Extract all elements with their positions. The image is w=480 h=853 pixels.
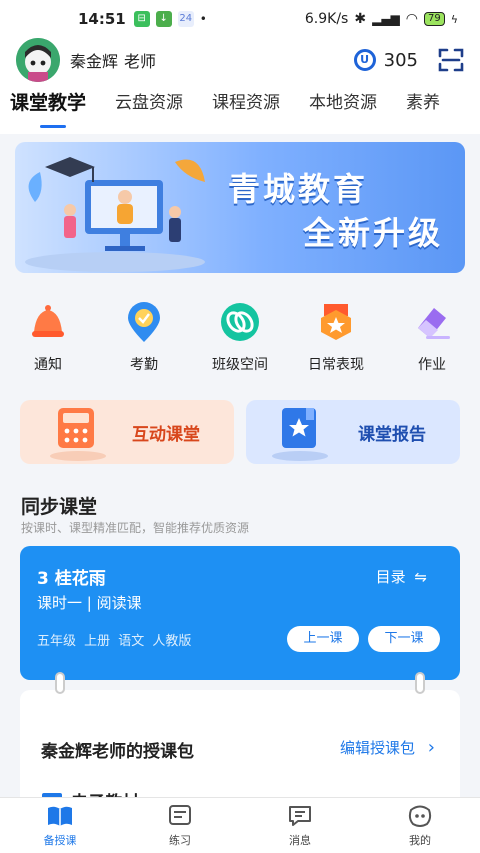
edit-package-button[interactable]: 编辑授课包 › bbox=[340, 737, 435, 758]
nav-profile[interactable]: 我的 bbox=[360, 798, 480, 853]
quick-label-daily-performance: 日常表现 bbox=[308, 357, 364, 373]
banner-line-2: 全新升级 bbox=[303, 214, 444, 252]
link-ring-icon bbox=[220, 302, 260, 342]
sync-section-subtitle: 按课时、课型精准匹配，智能推荐优质资源 bbox=[21, 521, 250, 535]
message-icon bbox=[289, 805, 311, 826]
lesson-title: 3 桂花雨 bbox=[37, 569, 106, 589]
binder-ring-left bbox=[55, 672, 65, 694]
nav-messages[interactable]: 消息 bbox=[240, 798, 360, 853]
quick-actions: 通知 考勤 班级空间 日常表现 作业 bbox=[0, 302, 480, 382]
quick-item-attendance[interactable]: 考勤 bbox=[96, 302, 192, 382]
dot-icon: • bbox=[199, 12, 207, 26]
quick-label-homework: 作业 bbox=[418, 357, 446, 373]
sync-section-title: 同步课堂 bbox=[21, 496, 98, 518]
status-bar: 14:51 ⊟ ↓ 24 • 6.9K/s ✱ ▂▄▆ ◠ 79 ϟ bbox=[0, 0, 480, 38]
bluetooth-icon: ✱ bbox=[354, 11, 367, 27]
notification-app-icon: ⊟ bbox=[133, 11, 150, 27]
quick-label-class-space: 班级空间 bbox=[212, 357, 268, 373]
classroom-report-card[interactable]: 课堂报告 bbox=[246, 400, 460, 464]
calendar-icon: 24 bbox=[177, 11, 194, 27]
lesson-card[interactable]: 3 桂花雨 课时一 | 阅读课 五年级 上册 语文 人教版 目录 ⇋ 上一课 下… bbox=[20, 546, 460, 680]
prev-lesson-button[interactable]: 上一课 bbox=[287, 626, 359, 652]
tab-classroom-teaching[interactable]: 课堂教学 bbox=[10, 82, 86, 134]
coin-icon: U bbox=[353, 49, 376, 71]
bell-icon bbox=[28, 302, 68, 342]
coin-count: 305 bbox=[383, 49, 418, 71]
user-name: 秦金辉 bbox=[70, 52, 119, 71]
bottom-navigation: 备授课 练习 消息 我的 bbox=[0, 797, 480, 853]
signal-icon: ▂▄▆ bbox=[372, 12, 400, 26]
charging-icon: ϟ bbox=[450, 12, 458, 26]
promo-banner[interactable]: 青城教育 全新升级 bbox=[15, 142, 465, 273]
nav-label-messages: 消息 bbox=[289, 833, 311, 847]
package-title: 秦金辉老师的授课包 bbox=[41, 742, 194, 762]
practice-icon bbox=[169, 804, 191, 825]
wifi-icon: ◠ bbox=[405, 11, 418, 27]
pencil-eraser-icon bbox=[412, 302, 452, 342]
teaching-package-card: 秦金辉老师的授课包 编辑授课包 › 电子教材 bbox=[20, 690, 460, 813]
medal-icon bbox=[316, 302, 356, 342]
coin-balance[interactable]: U 305 bbox=[353, 49, 418, 71]
profile-face-icon bbox=[408, 805, 432, 827]
scan-icon[interactable] bbox=[438, 48, 464, 72]
classroom-report-label: 课堂报告 bbox=[358, 424, 426, 445]
calculator-icon bbox=[50, 408, 106, 461]
tab-course-resources[interactable]: 课程资源 bbox=[212, 82, 280, 134]
banner-illustration bbox=[25, 157, 205, 272]
edit-package-label: 编辑授课包 bbox=[340, 739, 416, 757]
battery-indicator: 79 bbox=[424, 12, 445, 26]
nav-label-prepare: 备授课 bbox=[43, 833, 77, 847]
tab-cloud-resources[interactable]: 云盘资源 bbox=[115, 82, 183, 134]
nav-label-profile: 我的 bbox=[409, 833, 431, 847]
avatar[interactable] bbox=[16, 38, 60, 82]
quick-item-class-space[interactable]: 班级空间 bbox=[192, 302, 288, 382]
quick-item-homework[interactable]: 作业 bbox=[384, 302, 480, 382]
lesson-subtitle: 课时一 | 阅读课 bbox=[37, 594, 142, 612]
tab-literacy[interactable]: 素养 bbox=[406, 82, 440, 134]
report-star-icon bbox=[272, 408, 328, 461]
quick-item-notice[interactable]: 通知 bbox=[0, 302, 96, 382]
quick-item-daily-performance[interactable]: 日常表现 bbox=[288, 302, 384, 382]
swap-arrows-icon: ⇋ bbox=[414, 568, 427, 586]
nav-prepare-lessons[interactable]: 备授课 bbox=[0, 798, 120, 853]
category-tabs: 课堂教学 云盘资源 课程资源 本地资源 素养 bbox=[0, 82, 480, 134]
lesson-toc-label: 目录 bbox=[375, 568, 406, 586]
chevron-right-icon: › bbox=[427, 737, 435, 758]
user-role: 老师 bbox=[124, 52, 157, 71]
location-check-icon bbox=[124, 302, 164, 342]
quick-label-notice: 通知 bbox=[34, 357, 62, 373]
next-lesson-button[interactable]: 下一课 bbox=[368, 626, 440, 652]
user-name-label: 秦金辉 老师 bbox=[70, 48, 156, 72]
binder-ring-right bbox=[415, 672, 425, 694]
interactive-classroom-card[interactable]: 互动课堂 bbox=[20, 400, 234, 464]
top-header: 秦金辉 老师 U 305 bbox=[0, 38, 480, 82]
download-icon: ↓ bbox=[155, 11, 172, 27]
lesson-toc-button[interactable]: 目录 ⇋ bbox=[376, 566, 427, 587]
lesson-meta: 五年级 上册 语文 人教版 bbox=[37, 634, 192, 649]
tab-local-resources[interactable]: 本地资源 bbox=[309, 82, 377, 134]
network-speed: 6.9K/s bbox=[304, 11, 349, 27]
nav-practice[interactable]: 练习 bbox=[120, 798, 240, 853]
banner-line-1: 青城教育 bbox=[228, 170, 369, 208]
nav-label-practice: 练习 bbox=[169, 833, 191, 847]
status-time: 14:51 bbox=[78, 10, 126, 28]
book-icon bbox=[48, 806, 72, 826]
quick-label-attendance: 考勤 bbox=[130, 357, 158, 373]
interactive-classroom-label: 互动课堂 bbox=[132, 424, 200, 445]
